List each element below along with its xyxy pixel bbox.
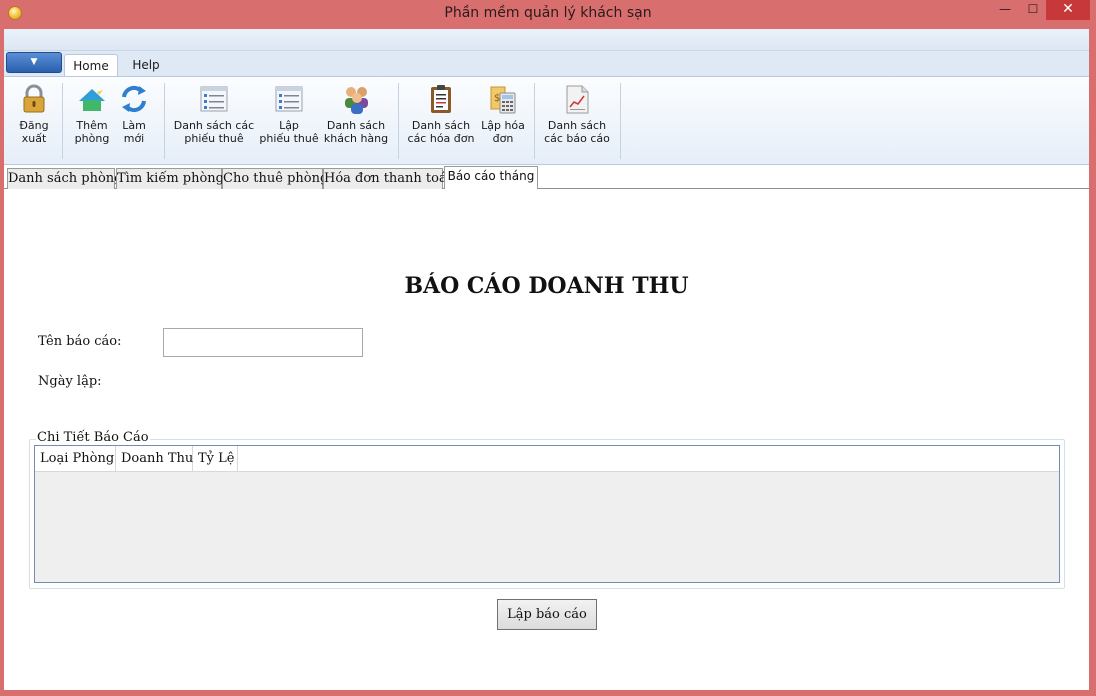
tab-room-search[interactable]: Tìm kiếm phòng	[116, 168, 224, 189]
rental-list-label-2: phiếu thuê	[184, 132, 244, 145]
ribbon-separator	[164, 83, 165, 159]
tab-monthly-report[interactable]: Báo cáo tháng	[444, 166, 538, 189]
add-room-label-2: phòng	[74, 132, 110, 145]
customer-list-label-2: khách hàng	[323, 132, 389, 145]
add-room-label-1: Thêm	[76, 119, 108, 132]
create-invoice-label-1: Lập hóa	[481, 119, 525, 132]
customer-list-label-1: Danh sách	[326, 119, 386, 132]
create-rental-label-2: phiếu thuê	[259, 132, 319, 145]
report-chart-icon	[566, 85, 589, 114]
invoice-list-button[interactable]: Danh sách các hóa đơn	[404, 83, 478, 145]
ribbon-tab-help[interactable]: Help	[124, 54, 168, 77]
add-room-icon	[79, 87, 105, 111]
report-date-label: Ngày lập:	[38, 374, 102, 389]
tab-room-list[interactable]: Danh sách phòng	[7, 168, 122, 189]
create-rental-label-1: Lập	[279, 119, 299, 132]
application-menu-button[interactable]: ▼	[6, 52, 62, 73]
create-invoice-button[interactable]: $ Lập hóa đơn	[478, 83, 528, 145]
logout-button[interactable]: Đăng xuất	[10, 83, 58, 145]
customer-list-button[interactable]: Danh sách khách hàng	[322, 83, 390, 145]
create-rental-button[interactable]: Lập phiếu thuê	[258, 83, 320, 145]
title-bar: Phần mềm quản lý khách sạn — ☐ ✕	[0, 0, 1096, 29]
report-list-button[interactable]: Danh sách các báo cáo	[542, 83, 612, 145]
invoice-list-label-2: các hóa đơn	[407, 132, 475, 145]
calculator-icon: $	[490, 86, 516, 114]
column-header-room-type[interactable]: Loại Phòng	[35, 446, 116, 472]
clipboard-icon	[431, 85, 451, 113]
report-list-label-2: các báo cáo	[544, 132, 610, 145]
quick-access-bar	[4, 29, 1089, 51]
ribbon-panel: Đăng xuất Thêm phòng Làm mới Danh sách c…	[4, 76, 1089, 165]
ribbon-tab-home[interactable]: Home	[64, 54, 118, 77]
refresh-label-2: mới	[123, 132, 145, 145]
rental-list-button[interactable]: Danh sách các phiếu thuê	[172, 83, 256, 145]
customers-icon	[345, 87, 368, 114]
report-name-input[interactable]	[163, 328, 363, 357]
grid-header: Loại Phòng Doanh Thu Tỷ Lệ	[35, 446, 1059, 472]
minimize-button[interactable]: —	[992, 0, 1018, 20]
refresh-icon	[122, 85, 146, 113]
report-page: BÁO CÁO DOANH THU Tên báo cáo: Ngày lập:…	[4, 189, 1089, 690]
add-room-button[interactable]: Thêm phòng	[68, 83, 116, 145]
ribbon-separator	[620, 83, 621, 159]
page-title: BÁO CÁO DOANH THU	[404, 273, 689, 299]
rental-list-icon	[200, 86, 228, 112]
report-details-grid[interactable]: Loại Phòng Doanh Thu Tỷ Lệ	[34, 445, 1060, 583]
main-tab-strip: Danh sách phòng Tìm kiếm phòng Cho thuê …	[4, 166, 1089, 189]
window-title: Phần mềm quản lý khách sạn	[444, 5, 652, 21]
column-header-ratio[interactable]: Tỷ Lệ	[193, 446, 238, 472]
main-window: ▼ Home Help Đăng xuất Thêm phòng Làm mới…	[4, 29, 1089, 690]
invoice-list-label-1: Danh sách	[411, 119, 471, 132]
maximize-button[interactable]: ☐	[1020, 0, 1046, 20]
create-report-button[interactable]: Lập báo cáo	[497, 599, 597, 630]
ribbon-separator	[398, 83, 399, 159]
report-list-label-1: Danh sách	[547, 119, 607, 132]
svg-text:$: $	[494, 93, 500, 104]
tab-invoice-payment[interactable]: Hóa đơn thanh toán	[323, 168, 455, 189]
close-button[interactable]: ✕	[1046, 0, 1090, 20]
ribbon-separator	[534, 83, 535, 159]
rental-list-label-1: Danh sách các	[173, 119, 255, 132]
logout-label-2: xuất	[21, 132, 47, 145]
rental-form-icon	[275, 86, 303, 112]
report-name-label: Tên báo cáo:	[38, 334, 122, 349]
padlock-icon	[23, 84, 45, 113]
refresh-button[interactable]: Làm mới	[114, 83, 154, 145]
create-invoice-label-2: đơn	[492, 132, 514, 145]
ribbon-separator	[62, 83, 63, 159]
report-details-legend: Chi Tiết Báo Cáo	[36, 430, 150, 445]
tab-room-rental[interactable]: Cho thuê phòng	[222, 168, 328, 189]
column-header-revenue[interactable]: Doanh Thu	[116, 446, 193, 472]
logout-label-1: Đăng	[19, 119, 49, 132]
refresh-label-1: Làm	[122, 119, 146, 132]
